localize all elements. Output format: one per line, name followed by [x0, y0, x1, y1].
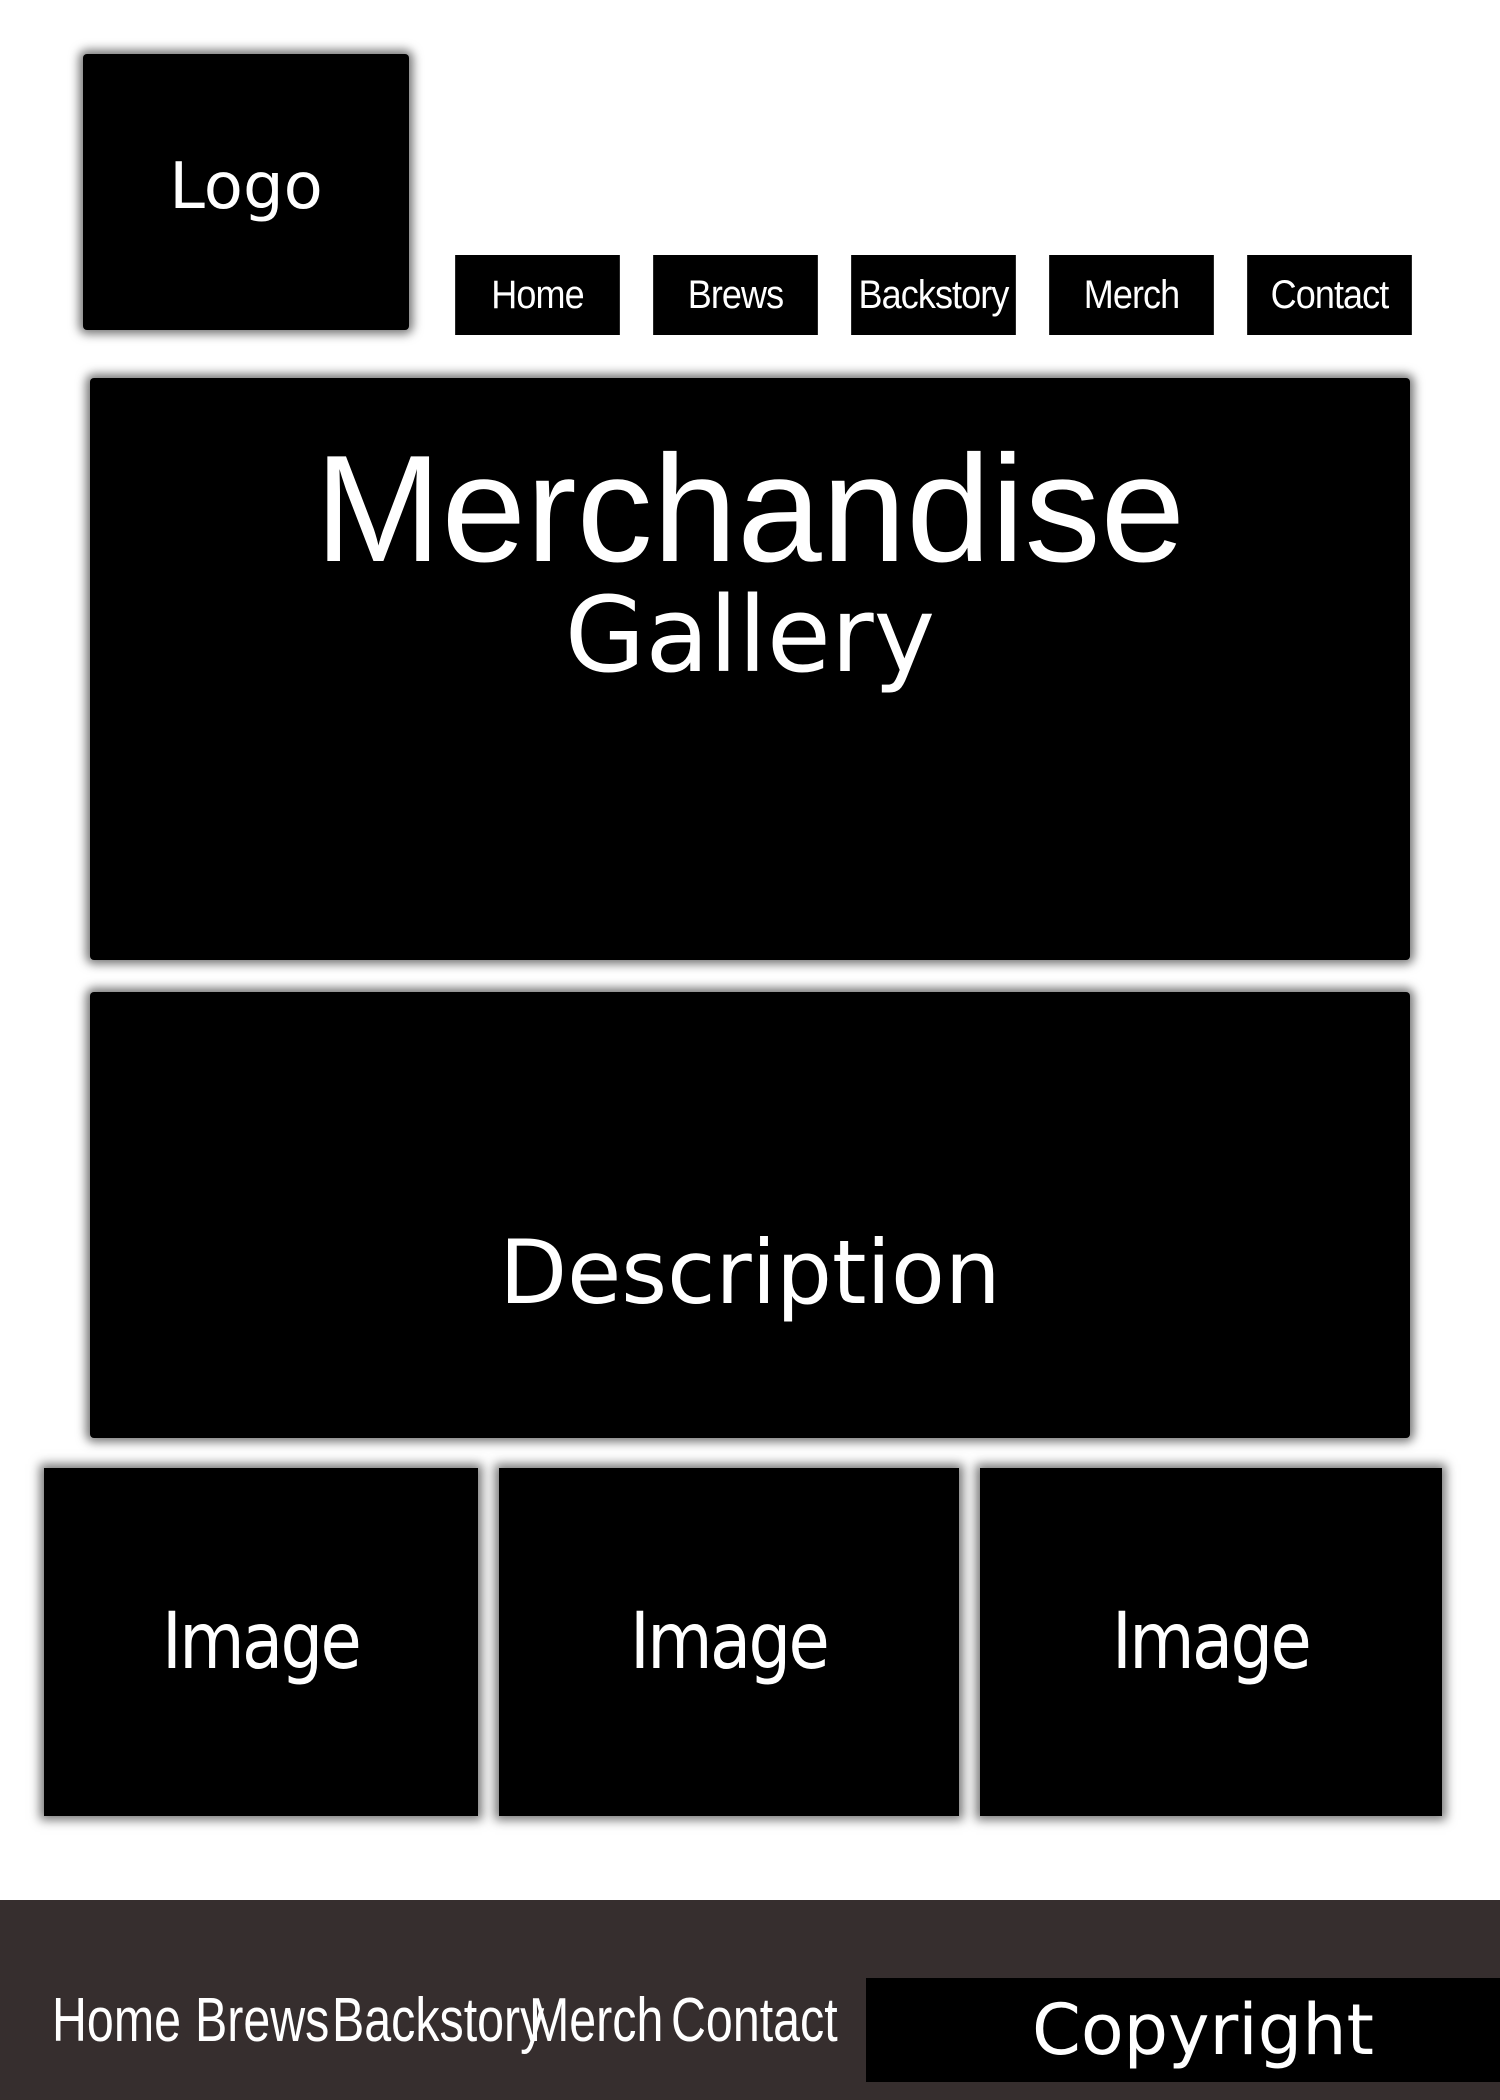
page-subtitle: Gallery [564, 574, 936, 696]
description-section: Description [90, 992, 1410, 1438]
hero-banner: Merchandise Gallery [90, 378, 1410, 960]
logo-label: Logo [169, 150, 323, 224]
description-label: Description [499, 1221, 1001, 1324]
copyright-text: Copyright [1031, 1989, 1375, 2071]
footer-link-merch[interactable]: Merch [529, 1988, 663, 2054]
image-label: Image [1112, 1597, 1312, 1687]
image-label: Image [162, 1597, 362, 1687]
nav-brews-button[interactable]: Brews [653, 255, 818, 335]
page-title: Merchandise [314, 424, 1186, 594]
footer-link-home[interactable]: Home [52, 1988, 181, 2054]
gallery-image-1[interactable]: Image [44, 1468, 478, 1816]
logo-placeholder[interactable]: Logo [83, 54, 409, 330]
footer-link-brews[interactable]: Brews [195, 1988, 329, 2054]
nav-merch-button[interactable]: Merch [1049, 255, 1214, 335]
gallery-image-2[interactable]: Image [499, 1468, 959, 1816]
nav-home-button[interactable]: Home [455, 255, 620, 335]
footer-link-contact[interactable]: Contact [671, 1988, 838, 2054]
footer-link-backstory[interactable]: Backstory [332, 1988, 544, 2054]
image-label: Image [630, 1597, 830, 1687]
nav-backstory-button[interactable]: Backstory [851, 255, 1016, 335]
gallery-image-3[interactable]: Image [980, 1468, 1442, 1816]
copyright-box: Copyright [866, 1978, 1500, 2082]
nav-contact-button[interactable]: Contact [1247, 255, 1412, 335]
